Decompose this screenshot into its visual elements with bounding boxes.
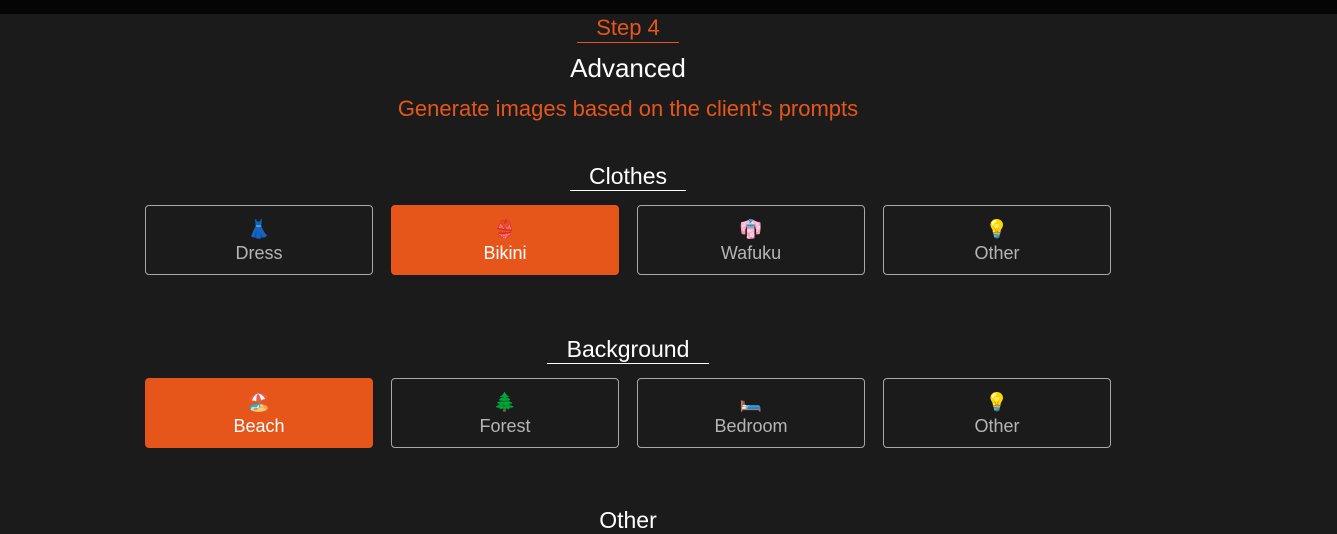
option-forest[interactable]: 🌲 Forest — [391, 378, 619, 448]
kimono-icon: 👘 — [739, 219, 763, 239]
step-indicator: Step 4 — [596, 15, 660, 40]
page-subtitle: Generate images based on the client's pr… — [397, 96, 859, 121]
option-label: Wafuku — [720, 243, 782, 263]
beach-umbrella-icon: 🏖️ — [247, 392, 271, 412]
evergreen-tree-icon: 🌲 — [493, 392, 517, 412]
section-heading-background: Background — [566, 336, 690, 362]
option-label: Forest — [479, 416, 531, 436]
section-heading-other: Other — [599, 507, 657, 533]
dress-icon: 👗 — [247, 219, 271, 239]
clothes-options: 👗 Dress 👙 Bikini 👘 Wafuku 💡 Other — [145, 205, 1111, 275]
window-top-bar — [0, 0, 1337, 14]
page-title: Advanced — [570, 53, 686, 83]
option-label: Bikini — [483, 243, 527, 263]
option-dress[interactable]: 👗 Dress — [145, 205, 373, 275]
bikini-icon: 👙 — [493, 219, 517, 239]
lightbulb-icon: 💡 — [985, 392, 1009, 412]
option-label: Bedroom — [714, 416, 788, 436]
option-label: Beach — [233, 416, 285, 436]
option-bikini[interactable]: 👙 Bikini — [391, 205, 619, 275]
background-options: 🏖️ Beach 🌲 Forest 🛏️ Bedroom 💡 Other — [145, 378, 1111, 448]
option-other-background[interactable]: 💡 Other — [883, 378, 1111, 448]
bed-icon: 🛏️ — [739, 392, 763, 412]
option-label: Dress — [235, 243, 283, 263]
option-label: Other — [974, 243, 1020, 263]
option-wafuku[interactable]: 👘 Wafuku — [637, 205, 865, 275]
heading-underline-background — [547, 363, 709, 364]
option-beach[interactable]: 🏖️ Beach — [145, 378, 373, 448]
option-bedroom[interactable]: 🛏️ Bedroom — [637, 378, 865, 448]
lightbulb-icon: 💡 — [985, 219, 1009, 239]
heading-underline-clothes — [570, 190, 686, 191]
section-heading-clothes: Clothes — [589, 163, 667, 189]
step-underline — [577, 42, 679, 43]
option-other-clothes[interactable]: 💡 Other — [883, 205, 1111, 275]
step-content: Step 4 Advanced Generate images based on… — [0, 14, 1337, 533]
option-label: Other — [974, 416, 1020, 436]
